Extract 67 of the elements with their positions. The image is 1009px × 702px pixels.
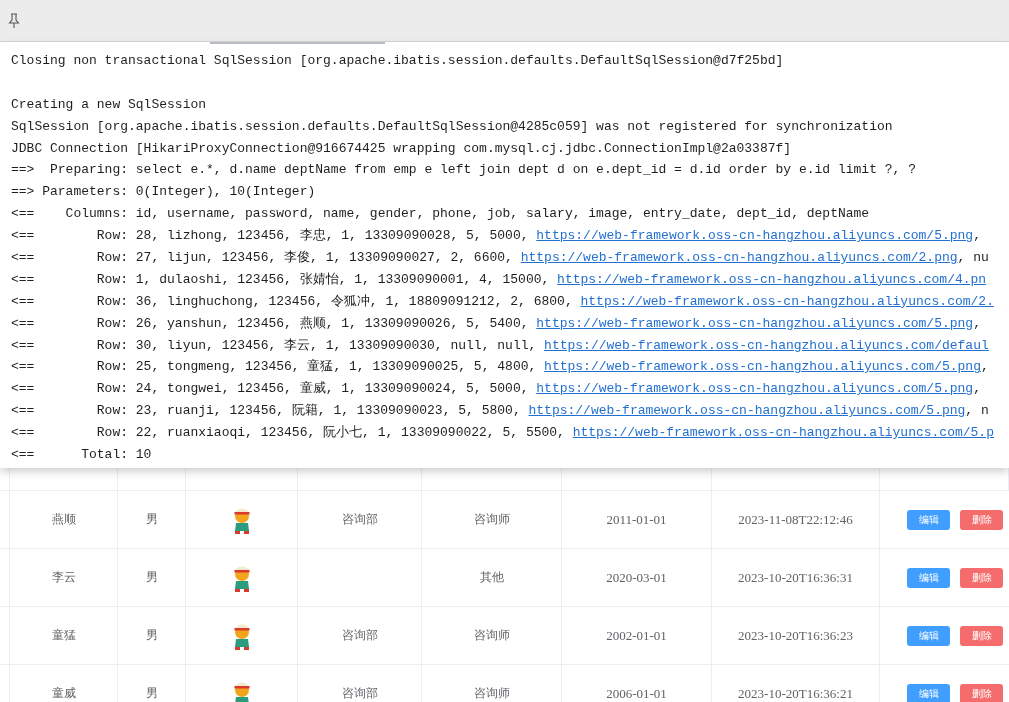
log-text: <== Row: 28, lizhong, 123456, 李忠, 1, 13309090028, 5, 5000, xyxy=(11,228,530,244)
pin-icon[interactable] xyxy=(8,12,20,29)
table-cell: 2023-11-08T22:12:46 xyxy=(738,511,853,528)
table-cell: 咨询部 xyxy=(341,627,378,644)
log-link[interactable]: https://web-framework.oss-cn-hangzhou.aliyuncs.com/5.png xyxy=(528,403,966,419)
log-text: <== Row: 30, liyun, 123456, 李云, 1, 13309090030, null, null, xyxy=(11,337,538,353)
log-text: <== Row: 24, tongwei, 123456, 童威, 1, 13309090024, 5, 5000, xyxy=(11,381,530,397)
log-text: , xyxy=(973,315,981,331)
log-text: JDBC Connection [HikariProxyConnection@916674425 wrapping com.mysql.cj.jdbc.ConnectionImpl@2a03387f] xyxy=(11,140,792,156)
edit-button[interactable]: 编辑 xyxy=(907,625,950,646)
log-text: , xyxy=(973,381,981,397)
table-cell: 童猛 xyxy=(51,627,76,644)
log-text: , xyxy=(980,359,989,375)
edit-button[interactable]: 编辑 xyxy=(907,509,950,530)
log-link[interactable]: https://web-framework.oss-cn-hangzhou.aliyuncs.com/5.png xyxy=(536,381,974,397)
table-cell: 男 xyxy=(145,685,158,702)
delete-button[interactable]: 删除 xyxy=(960,683,1003,702)
log-text: Closing non transactional SqlSession [org.apache.ibatis.session.defaults.DefaultSqlSession@d7f25bd] xyxy=(11,53,784,68)
table-cell: 咨询部 xyxy=(341,685,378,702)
log-text: SqlSession [org.apache.ibatis.session.defaults.DefaultSqlSession@4285c059] was not registered for synchronization xyxy=(11,118,893,134)
table-cell: 咨询部 xyxy=(341,511,378,528)
log-text: <== Columns: id, username, password, name, gender, phone, job, salary, image, entry_date, dept_id, deptName xyxy=(11,206,870,222)
log-link[interactable]: https://web-framework.oss-cn-hangzhou.aliyuncs.com/5.png xyxy=(536,315,974,331)
log-text: <== Row: 1, dulaoshi, 123456, 张婧怡, 1, 13309090001, 4, 15000, xyxy=(11,271,551,287)
log-text: <== Row: 36, linghuchong, 123456, 令狐冲, 1, 18809091212, 2, 6800, xyxy=(11,293,574,309)
log-link[interactable]: https://web-framework.oss-cn-hangzhou.aliyuncs.com/4.pn xyxy=(557,271,987,287)
log-link[interactable]: https://web-framework.oss-cn-hangzhou.aliyuncs.com/5.p xyxy=(572,425,994,441)
table-cell: 2011-01-01 xyxy=(606,511,667,528)
table-cell: 李云 xyxy=(51,569,76,586)
table-cell: 其他 xyxy=(479,569,504,586)
log-link[interactable]: https://web-framework.oss-cn-hangzhou.aliyuncs.com/defaul xyxy=(544,337,989,353)
log-text: <== Row: 22, ruanxiaoqi, 123456, 阮小七, 1, 13309090022, 5, 5500, xyxy=(11,425,566,441)
log-text: <== Row: 25, tongmeng, 123456, 童猛, 1, 13309090025, 5, 4800, xyxy=(11,359,538,375)
table-cell: 2020-03-01 xyxy=(606,569,667,586)
log-text: ==> Parameters: 0(Integer), 10(Integer) xyxy=(11,184,316,200)
log-text: , n xyxy=(965,403,989,419)
log-link[interactable]: https://web-framework.oss-cn-hangzhou.aliyuncs.com/2.png xyxy=(520,250,958,265)
edit-button[interactable]: 编辑 xyxy=(907,567,950,588)
table-cell: 童威 xyxy=(51,685,76,702)
table-cell: 男 xyxy=(145,511,158,528)
log-text: <== Row: 27, lijun, 123456, 李俊, 1, 13309090027, 2, 6600, xyxy=(11,250,514,265)
table-cell: 咨询师 xyxy=(473,627,510,644)
log-text: <== Row: 26, yanshun, 123456, 燕顺, 1, 13309090026, 5, 5400, xyxy=(11,315,530,331)
log-text: <== Row: 23, ruanji, 123456, 阮籍, 1, 13309090023, 5, 5800, xyxy=(11,403,522,419)
table-cell: 燕顺 xyxy=(51,511,76,528)
log-text: , xyxy=(973,228,981,244)
log-link[interactable]: https://web-framework.oss-cn-hangzhou.aliyuncs.com/2. xyxy=(580,293,994,309)
table-cell: 咨询师 xyxy=(473,685,510,702)
edit-button[interactable]: 编辑 xyxy=(907,683,950,702)
delete-button[interactable]: 删除 xyxy=(960,567,1003,588)
log-text: Creating a new SqlSession xyxy=(11,96,207,112)
log-link[interactable]: https://web-framework.oss-cn-hangzhou.aliyuncs.com/5.png xyxy=(544,359,981,375)
log-link[interactable]: https://web-framework.oss-cn-hangzhou.aliyuncs.com/5.png xyxy=(536,228,974,244)
table-cell: 2023-10-20T16:36:21 xyxy=(738,685,853,702)
delete-button[interactable]: 删除 xyxy=(960,509,1003,530)
table-cell: 2002-01-01 xyxy=(606,627,667,644)
table-cell: 男 xyxy=(145,569,158,586)
table-cell: 男 xyxy=(145,627,158,644)
log-text: <== Total: 10 xyxy=(11,447,152,463)
table-cell: 咨询师 xyxy=(473,511,510,528)
log-text: ==> Preparing: select e.*, d.name deptName from emp e left join dept d on e.dept_id = d.id order by e.id limit ?, ? xyxy=(11,162,916,178)
log-text: , nu xyxy=(957,250,989,265)
table-cell: 2006-01-01 xyxy=(606,685,667,702)
scrollbar-thumb[interactable] xyxy=(210,42,385,44)
table-cell: 2023-10-20T16:36:23 xyxy=(738,627,853,644)
delete-button[interactable]: 删除 xyxy=(960,625,1003,646)
table-cell: 2023-10-20T16:36:31 xyxy=(738,569,853,586)
